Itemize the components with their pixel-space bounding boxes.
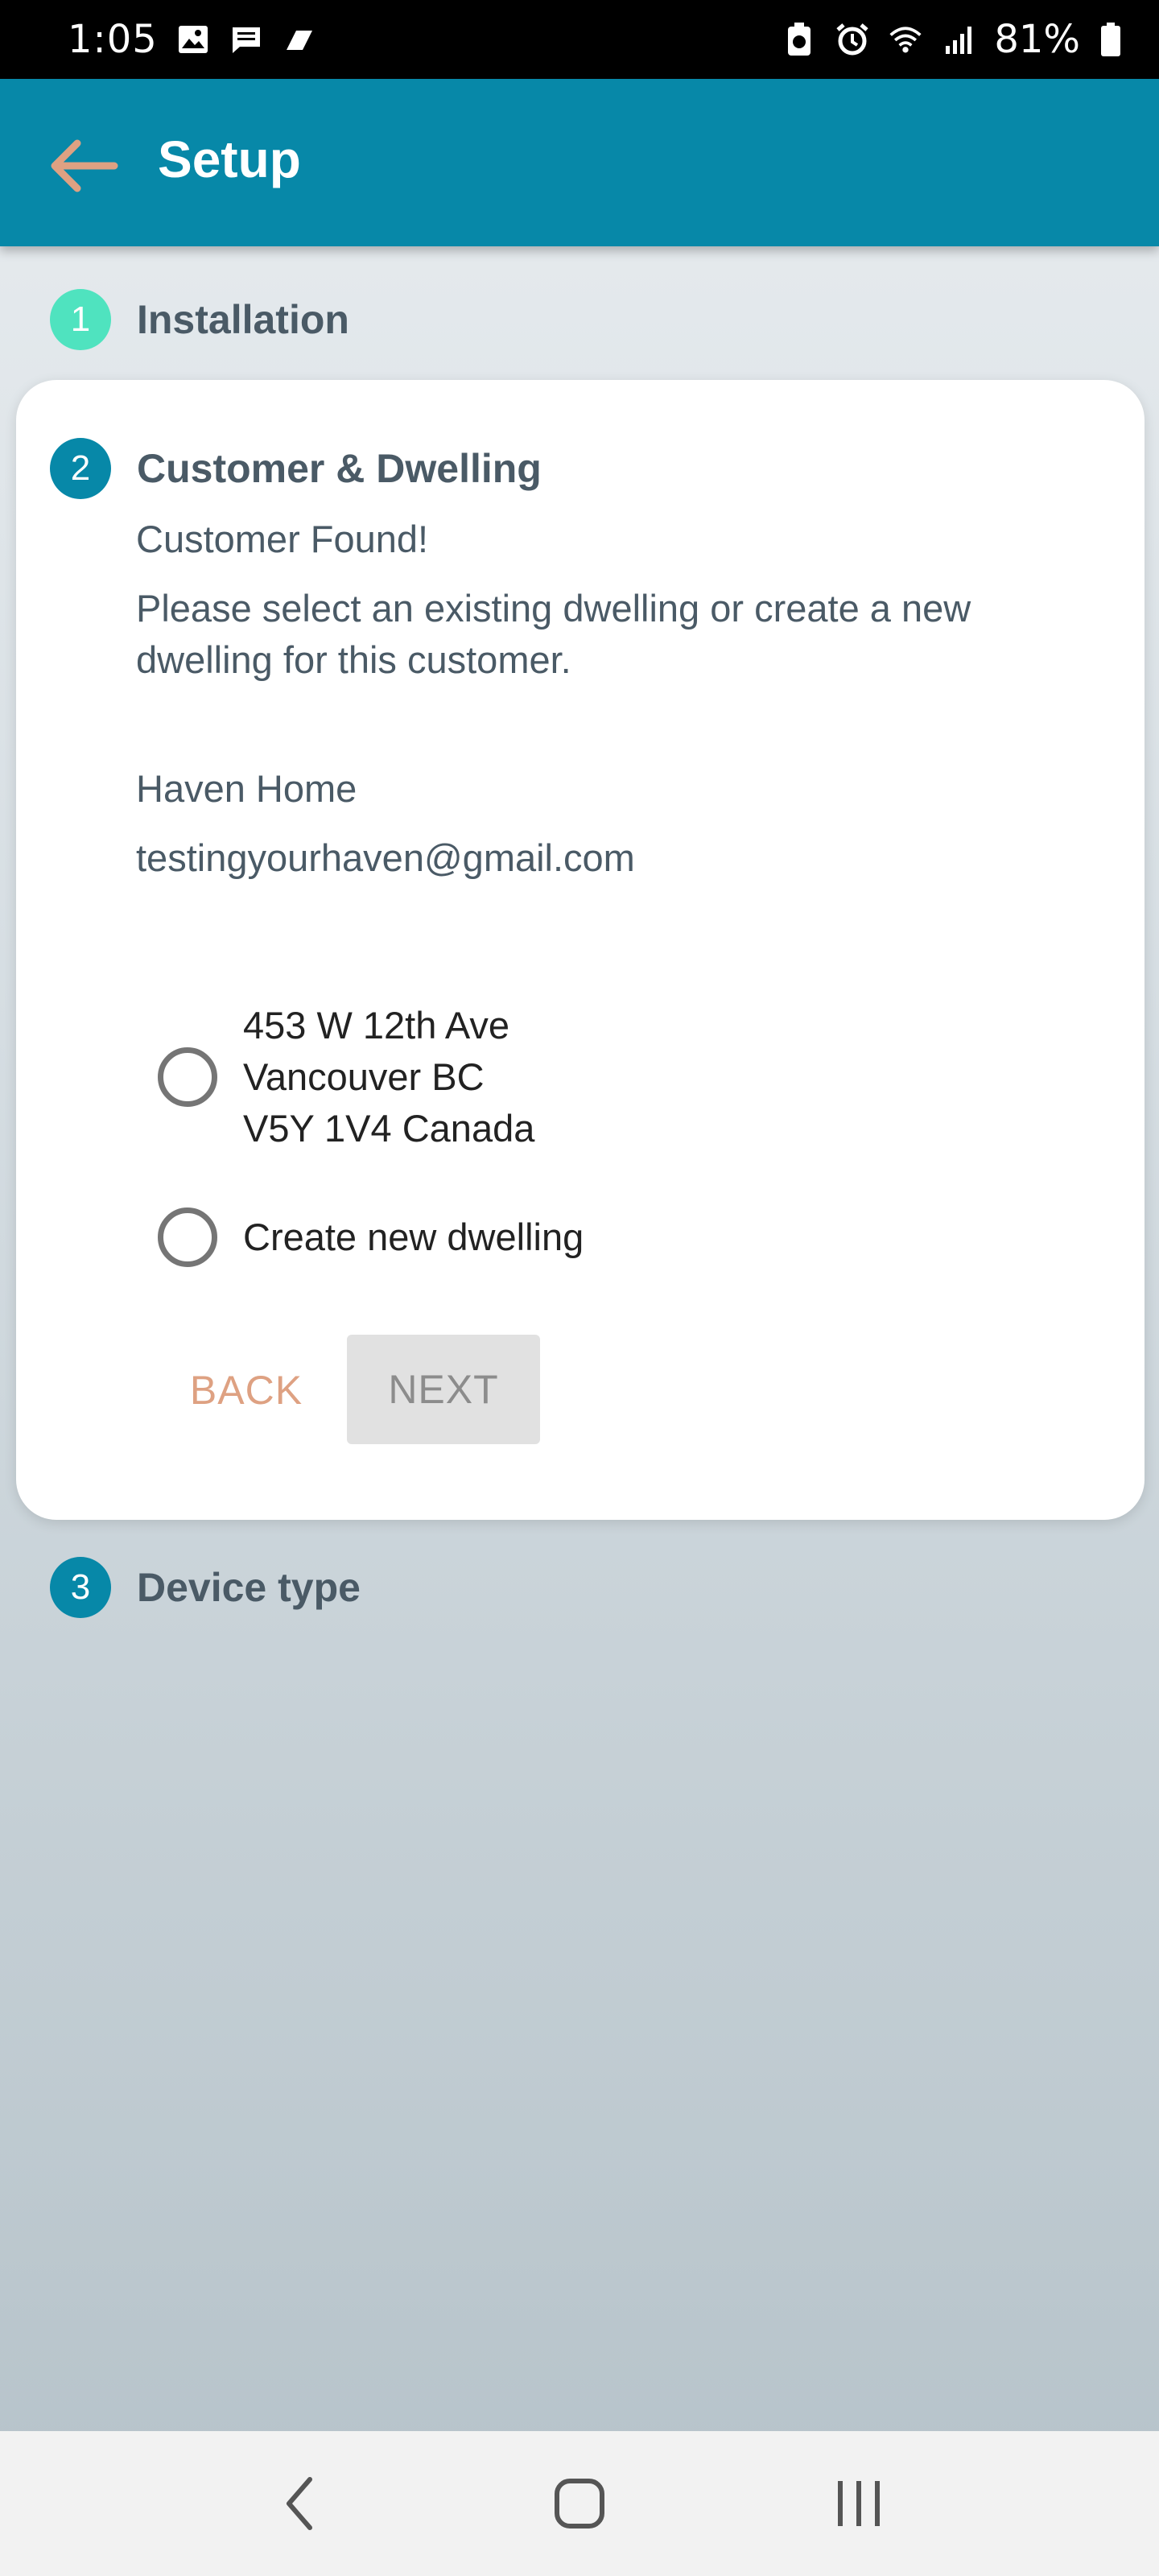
recents-nav-icon[interactable]	[810, 2455, 907, 2552]
step-customer-dwelling: 2 Customer & Dwelling	[50, 436, 542, 501]
next-button[interactable]: NEXT	[347, 1335, 540, 1444]
step-device-type[interactable]: 3 Device type	[50, 1555, 361, 1620]
step-label: Customer & Dwelling	[137, 446, 542, 491]
dwelling-option-create-new[interactable]: Create new dwelling	[158, 1208, 584, 1267]
status-bar: 1:05 81%	[0, 0, 1159, 79]
back-button[interactable]: BACK	[166, 1338, 327, 1443]
step-installation[interactable]: 1 Installation	[50, 287, 349, 352]
step-number-circle: 2	[50, 438, 111, 499]
address-line: Vancouver BC	[243, 1055, 485, 1098]
active-step-card: 2 Customer & Dwelling Customer Found! Pl…	[16, 380, 1145, 1520]
radio-button[interactable]	[158, 1208, 217, 1267]
back-arrow-icon[interactable]	[45, 127, 122, 204]
instruction-text: Please select an existing dwelling or cr…	[136, 587, 971, 681]
customer-found-heading: Customer Found!	[136, 518, 429, 560]
radio-button[interactable]	[158, 1047, 217, 1107]
image-icon	[175, 23, 211, 56]
status-right: 81%	[782, 17, 1124, 62]
battery-percent: 81%	[994, 17, 1080, 62]
app-bar: Setup	[0, 79, 1159, 246]
battery-icon	[1098, 23, 1124, 56]
create-new-dwelling-label: Create new dwelling	[243, 1216, 584, 1258]
step-number-circle: 1	[50, 289, 111, 350]
page-title: Setup	[158, 130, 301, 188]
message-icon	[229, 23, 264, 56]
alarm-icon	[835, 23, 870, 56]
wifi-icon	[888, 23, 923, 56]
address-line: V5Y 1V4 Canada	[243, 1107, 535, 1150]
dwelling-option-existing[interactable]: 453 W 12th Ave Vancouver BC V5Y 1V4 Cana…	[158, 1000, 534, 1154]
step-number-circle: 3	[50, 1557, 111, 1618]
step-label: Device type	[137, 1565, 361, 1610]
customer-name: Haven Home	[136, 767, 357, 810]
status-left: 1:05	[68, 17, 317, 62]
address-line: 453 W 12th Ave	[243, 1004, 509, 1046]
flag-icon	[282, 23, 317, 56]
battery-saver-icon	[782, 23, 817, 56]
back-nav-icon[interactable]	[252, 2455, 349, 2552]
system-nav-bar	[0, 2431, 1159, 2576]
status-time: 1:05	[68, 17, 158, 62]
home-nav-icon[interactable]	[531, 2455, 628, 2552]
step-label: Installation	[137, 297, 349, 342]
signal-icon	[941, 23, 976, 56]
customer-email: testingyourhaven@gmail.com	[136, 836, 635, 879]
dwelling-address: 453 W 12th Ave Vancouver BC V5Y 1V4 Cana…	[243, 1000, 534, 1154]
